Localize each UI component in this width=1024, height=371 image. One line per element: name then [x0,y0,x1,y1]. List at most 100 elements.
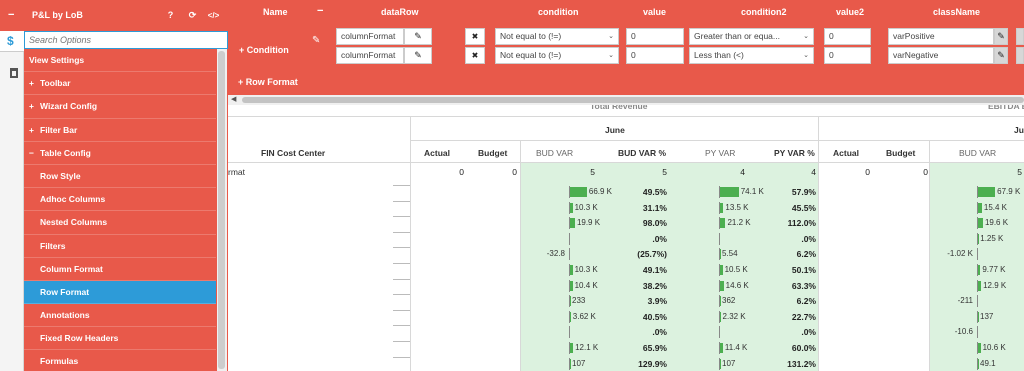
bud-var-pct: 40.5% [642,311,667,322]
value-field[interactable]: 0 [626,28,684,45]
bud-var-value-2: 1.25 K [980,233,1004,243]
py-var-value: 362 [722,296,736,306]
header-divider [228,116,1024,117]
value2-field[interactable]: 0 [824,47,871,64]
edit-datarow-icon[interactable]: ✎ [404,28,432,45]
bud-var-value-2: 10.6 K [982,343,1006,352]
header-condition: condition [538,7,579,17]
menu-item-toolbar[interactable]: + Toolbar [24,72,216,96]
menu-item-filter-bar[interactable]: + Filter Bar [24,119,216,142]
datarow-field[interactable]: columnFormat [336,47,404,64]
column-header[interactable]: Budget [478,148,507,158]
datarow-field[interactable]: columnFormat [336,28,404,45]
value-field[interactable]: 0 [626,47,684,64]
delete-condition-icon[interactable]: ✖ [465,47,485,64]
menu-item-column-format[interactable]: Column Format [24,258,216,281]
column-header[interactable]: Actual [424,148,450,158]
more-icon[interactable] [1016,28,1024,45]
horizontal-scrollbar[interactable]: ◀ [228,95,1024,105]
column-header[interactable]: BUD VAR [536,148,573,158]
row-tick [393,216,410,218]
py-var-value: 5.54 [722,249,738,259]
refresh-icon[interactable]: ⟳ [186,9,199,22]
scroll-left-icon[interactable]: ◀ [231,95,236,103]
column-header[interactable]: Actual [833,148,859,158]
condition2-value: Less than (<) [694,50,744,60]
code-icon[interactable]: </> [207,9,220,22]
add-row-format-button[interactable]: + Row Format [238,77,298,87]
menu-item-label: Column Format [40,263,103,274]
dollar-tab[interactable]: $ [0,30,24,52]
horizontal-scrollbar-thumb[interactable] [242,97,1024,103]
bud-var-value: 12.1 K [575,343,599,352]
bud-var-value: 107 [572,358,586,368]
axis-tick [569,232,570,245]
menu-item-filters[interactable]: Filters [24,235,216,258]
expand-icon: + [29,101,34,112]
py-var-bar [720,218,726,229]
column-header[interactable]: BUD VAR [959,148,996,158]
bud-var-value: 19.9 K [576,218,601,228]
classname-field[interactable]: varNegative [888,47,994,64]
column-header[interactable]: BUD VAR % [618,148,666,158]
menu-item-table-config[interactable]: − Table Config [24,142,216,165]
add-condition-button[interactable]: + Condition [239,45,289,55]
condition-select[interactable]: Not equal to (!=) ⌄ [495,28,619,45]
search-options-input[interactable] [25,32,227,48]
menu-item-formulas[interactable]: Formulas [24,350,216,371]
menu-item-wizard-config[interactable]: + Wizard Config [24,95,216,119]
edit-classname-icon[interactable]: ✎ [994,47,1008,64]
bud-var-bar-2 [978,358,979,369]
menu-item-view-settings[interactable]: View Settings [24,49,216,73]
menu-item-row-format[interactable]: Row Format [24,280,216,305]
row-tick [393,278,410,280]
condition2-select[interactable]: Greater than or equa... ⌄ [689,28,814,45]
bud-var-bar-2 [978,343,981,353]
header-condition2: condition2 [741,7,787,17]
edit-condition-icon[interactable]: ✎ [312,35,320,46]
collapse-rows-icon[interactable]: − [317,5,323,17]
bud-var-value-2: 137 [980,311,994,321]
header-name: Name [263,7,288,17]
menu-item-adhoc-columns[interactable]: Adhoc Columns [24,188,216,212]
menu-item-nested-columns[interactable]: Nested Columns [24,211,216,235]
bud-var-pct: 129.9% [638,358,667,369]
dollar-icon: $ [7,34,14,48]
cell-value: 0 [512,167,517,177]
more-icon[interactable] [1016,47,1024,64]
py-var-bar [720,249,721,260]
menu-item-row-style[interactable]: Row Style [24,165,216,189]
py-var-pct: 6.2% [796,249,816,260]
row-tick [393,231,410,233]
panel-scrollbar[interactable] [217,49,227,371]
value2-field[interactable]: 0 [824,28,871,45]
row-tick [393,325,410,327]
column-header[interactable]: Budget [886,148,915,158]
edit-classname-icon[interactable]: ✎ [994,28,1008,45]
menu-item-annotations[interactable]: Annotations [24,304,216,328]
py-var-pct: 57.9% [791,187,816,197]
condition-select[interactable]: Not equal to (!=) ⌄ [495,47,619,64]
menu-item-fixed-row-headers[interactable]: Fixed Row Headers [24,327,216,351]
menu-item-label: Row Style [40,170,81,181]
column-header[interactable]: PY VAR % [774,148,815,158]
report-tab-icon[interactable] [10,68,18,78]
collapse-section-icon: − [29,147,34,158]
classname-field[interactable]: varPositive [888,28,994,45]
panel-header: − P&L by LoB ? ⟳ </> [0,0,228,31]
group-header-left: Total Revenue [590,105,648,111]
chevron-down-icon: ⌄ [608,52,614,59]
edit-datarow-icon[interactable]: ✎ [404,47,432,64]
header-value2: value2 [836,7,865,17]
column-header[interactable]: PY VAR [705,148,735,158]
axis-tick [719,326,720,339]
panel-scrollbar-thumb[interactable] [218,51,225,369]
collapse-icon[interactable]: − [8,9,14,21]
bud-var-value-2: -10.6 [954,327,973,337]
row-tick [393,341,410,342]
header-classname: className [933,7,981,17]
condition2-select[interactable]: Less than (<) ⌄ [689,47,814,64]
panel-title: P&L by LoB [32,10,83,20]
delete-condition-icon[interactable]: ✖ [465,28,485,45]
help-icon[interactable]: ? [164,9,177,22]
